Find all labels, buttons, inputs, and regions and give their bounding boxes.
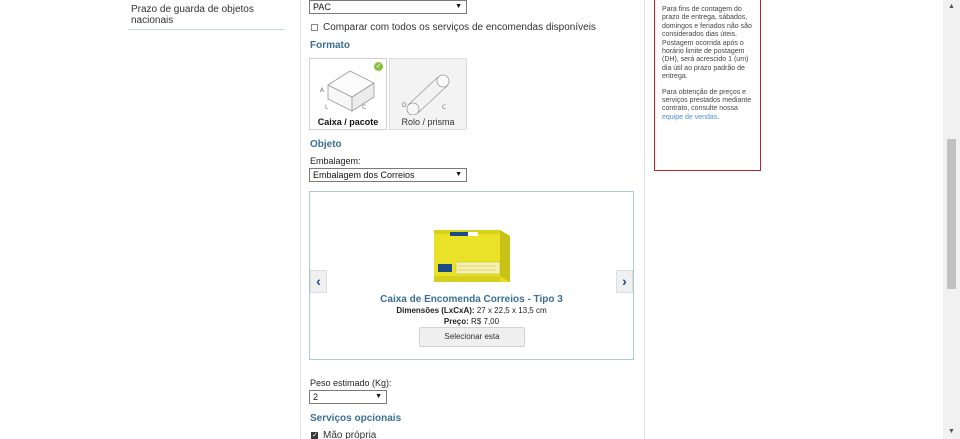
objeto-title: Objeto: [310, 139, 342, 150]
service-select[interactable]: PAC ▼: [309, 0, 467, 14]
nav-item-prazo-guarda[interactable]: Prazo de guarda de objetos nacionais: [131, 4, 281, 26]
page-scrollbar[interactable]: ▲ ▼: [943, 0, 960, 439]
embalagem-select[interactable]: Embalagem dos Correios ▼: [309, 168, 467, 182]
scrollbar-thumb[interactable]: [947, 139, 956, 289]
peso-select-value: 2: [313, 392, 319, 402]
left-nav: Prazo de guarda de objetos nacionais: [128, 0, 285, 30]
triangle-down-icon: ▼: [375, 393, 382, 400]
embalagem-select-value: Embalagem dos Correios: [313, 170, 415, 180]
product-price: Preço: R$ 7,00: [310, 317, 633, 326]
info-para-2-end: .: [717, 113, 720, 121]
product-dims-label: Dimensões (LxCxA):: [396, 306, 475, 315]
format-option-caixa-label: Caixa / pacote: [317, 117, 379, 127]
peso-select[interactable]: 2 ▼: [309, 390, 387, 404]
mao-propria-label: Mão própria: [323, 430, 377, 439]
roll-icon: D C: [402, 74, 450, 115]
mao-propria-checkbox[interactable]: [311, 431, 318, 439]
scroll-down-icon[interactable]: ▼: [943, 425, 960, 439]
info-para-2: Para obtenção de preços e serviços prest…: [662, 89, 755, 123]
format-option-rolo-label: Rolo / prisma: [401, 117, 455, 127]
product-title: Caixa de Encomenda Correios - Tipo 3: [380, 294, 563, 305]
product-dims-value: 27 x 22,5 x 13,5 cm: [476, 306, 547, 315]
service-select-value: PAC: [313, 2, 331, 12]
compare-checkbox[interactable]: [311, 24, 318, 31]
scroll-up-icon[interactable]: ▲: [943, 0, 960, 14]
compare-label: Comparar com todos os serviços de encome…: [323, 22, 596, 33]
sales-team-link[interactable]: equipe de vendas: [662, 114, 717, 121]
format-option-caixa[interactable]: ✓ A L C Caixa / pacote: [309, 58, 387, 130]
product-dimensions: Dimensões (LxCxA): 27 x 22,5 x 13,5 cm: [310, 306, 633, 315]
embalagem-label: Embalagem:: [310, 156, 361, 166]
chevron-right-icon[interactable]: ›: [616, 270, 633, 293]
info-box: Para fins de contagem do prazo de entreg…: [654, 0, 761, 171]
packaging-carousel: ‹ › Caixa de Encomenda Correios - Tipo 3…: [309, 191, 634, 360]
info-para-2-text: Para obtenção de preços e serviços prest…: [662, 88, 752, 113]
format-option-rolo[interactable]: D C Rolo / prisma: [389, 58, 467, 130]
svg-text:C: C: [362, 104, 366, 111]
peso-label: Peso estimado (Kg):: [310, 378, 392, 388]
servicos-title: Serviços opcionais: [310, 413, 402, 424]
product-price-label: Preço:: [443, 317, 469, 326]
svg-text:L: L: [325, 104, 329, 111]
product-image: [434, 230, 510, 282]
triangle-down-icon: ▼: [455, 3, 462, 10]
info-para-1: Para fins de contagem do prazo de entreg…: [662, 6, 752, 81]
svg-text:A: A: [320, 87, 325, 94]
product-price-value: R$ 7,00: [471, 317, 500, 326]
box-icon: A L C: [320, 70, 375, 112]
chevron-left-icon[interactable]: ‹: [310, 270, 327, 293]
select-package-button[interactable]: Selecionar esta: [419, 327, 525, 347]
svg-text:C: C: [442, 104, 446, 111]
svg-text:D: D: [402, 102, 407, 109]
triangle-down-icon: ▼: [455, 171, 462, 178]
formato-title: Formato: [310, 40, 350, 51]
